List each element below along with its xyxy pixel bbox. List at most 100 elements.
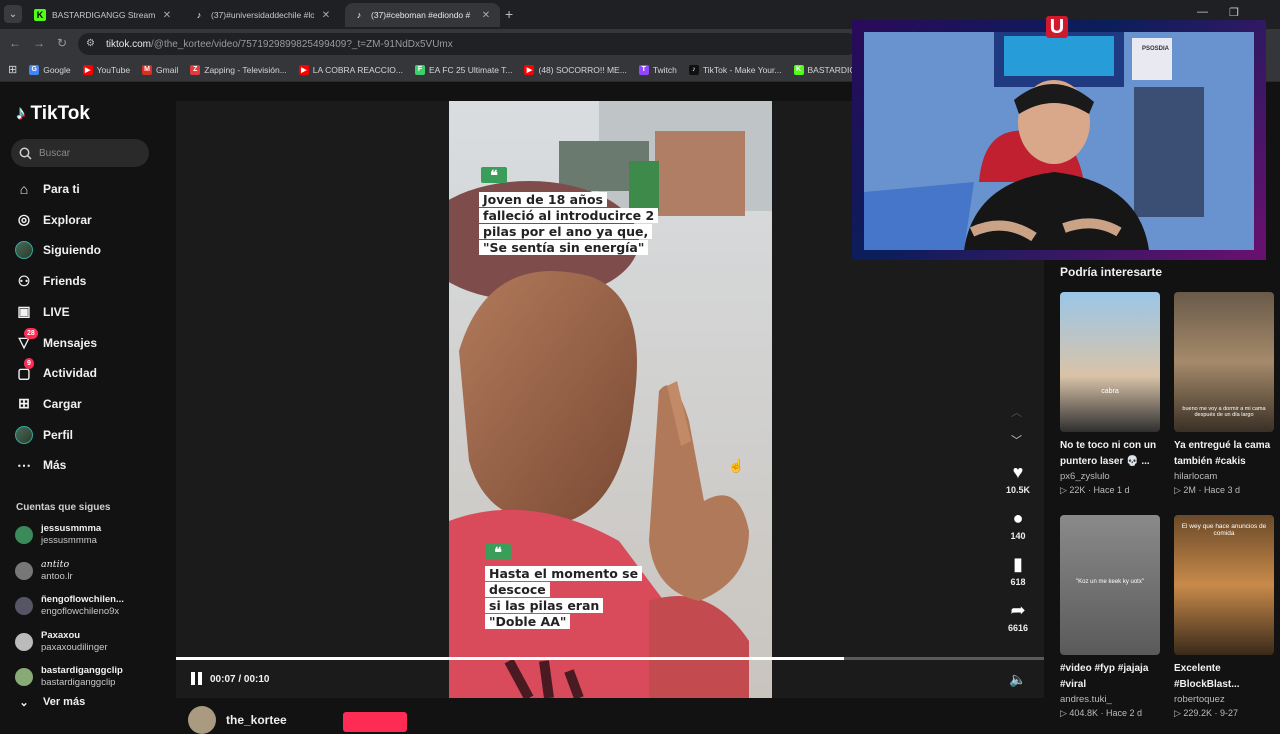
author-avatar[interactable] [188, 706, 216, 734]
bookmark-item[interactable]: ▶ LA COBRA REACCIO... [298, 64, 403, 75]
browser-tab[interactable]: ♪ (37)#ceboman #ediondo # ✕ [345, 3, 500, 27]
nav-item-live[interactable]: ▣ LIVE [15, 300, 69, 324]
see-more-button[interactable]: ⌄ Ver más [15, 690, 85, 714]
previous-video-icon[interactable]: ︿ [1011, 404, 1022, 420]
bookmark-item[interactable]: ▶ (48) SOCORRO!! ME... [524, 64, 627, 75]
video-player[interactable]: ❝ Joven de 18 años falleció al introducir… [449, 101, 772, 698]
account-avatar [15, 632, 33, 651]
back-icon[interactable]: ← [9, 36, 21, 50]
volume-icon[interactable]: 🔈 [1009, 671, 1026, 688]
browser-tab[interactable]: ♪ (37)#universidaddechile #losde ✕ [185, 3, 340, 27]
nav-label: Perfil [43, 427, 74, 442]
new-tab-button[interactable]: + [505, 6, 513, 22]
more-icon: ⋯ [17, 456, 31, 473]
video-progress-fill [176, 657, 845, 660]
recommended-video-card[interactable]: bueno me voy a dormir a mi cama después … [1174, 292, 1274, 496]
nav-label: Cargar [43, 396, 82, 411]
nav-label: Para ti [43, 182, 80, 196]
nav-item-cargar[interactable]: ⊞ Cargar [15, 392, 82, 416]
followed-account[interactable]: bastardiganggclip bastardiganggclip [15, 665, 123, 689]
card-user[interactable]: px6_zyslulo [1060, 471, 1160, 482]
view-count: 229.2K [1183, 708, 1212, 718]
reload-icon[interactable]: ↻ [57, 36, 67, 50]
followed-account[interactable]: Paxaxou paxaxoudilinger [15, 630, 108, 654]
bookmark-item[interactable]: T Twitch [638, 64, 677, 75]
search-input[interactable] [39, 147, 139, 159]
recommended-video-card[interactable]: "Koz un me keek ky uotx" #video #fyp #jaj… [1060, 515, 1160, 719]
card-title: Ya entregué la cama también #cakis [1174, 438, 1274, 470]
tab-title: (37)#universidaddechile #losde [211, 10, 314, 20]
friends-icon: ⚇ [17, 272, 31, 289]
nav-item-explorar[interactable]: ◎ Explorar [15, 208, 92, 232]
live-icon: ▣ [17, 303, 31, 320]
next-video-icon[interactable]: ﹀ [1011, 432, 1022, 448]
hand-cursor-icon: ☝ [728, 458, 745, 473]
nav-item-friends[interactable]: ⚇ Friends [15, 269, 87, 293]
account-handle: engoflowchileno9x [41, 606, 120, 617]
card-title-line: Ya entregué la cama [1174, 440, 1271, 451]
bookmark-favicon-icon: K [793, 64, 804, 75]
webcam-feed: PSOSDIA [864, 32, 1254, 250]
share-action[interactable]: ➦ 6616 [1003, 600, 1033, 633]
heart-icon: ♥ [1012, 462, 1024, 482]
close-tab-icon[interactable]: ✕ [161, 10, 173, 21]
account-text: bastardiganggclip bastardiganggclip [41, 665, 123, 689]
card-user[interactable]: robertoquez [1174, 694, 1274, 705]
nav-label: Siguiendo [43, 243, 101, 258]
action-count: 6616 [1007, 623, 1029, 633]
bookmark-item[interactable]: M Gmail [142, 64, 178, 75]
followed-account[interactable]: jessusmmma jessusmmma [15, 523, 101, 547]
bookmark-item[interactable]: G Google [29, 64, 71, 75]
video-author[interactable]: the_kortee [188, 706, 287, 734]
bookmark-item[interactable]: Z Zapping - Televisión... [190, 64, 287, 75]
restore-icon[interactable]: ❐ [1229, 6, 1239, 19]
nav-item-mensajes[interactable]: ▽ 28 Mensajes [15, 327, 97, 355]
tab-search-icon[interactable]: ⌄ [4, 5, 22, 23]
nav-item-para-ti[interactable]: ⌂ Para ti [15, 177, 80, 201]
followed-account[interactable]: ñengoflowchilen... engoflowchileno9x [15, 594, 124, 618]
video-thumbnail[interactable]: "Koz un me keek ky uotx" [1060, 515, 1160, 655]
share-icon: ➦ [1010, 600, 1026, 620]
close-tab-icon[interactable]: ✕ [320, 10, 332, 21]
bookmark-item[interactable]: ▶ YouTube [82, 64, 131, 75]
video-thumbnail[interactable]: cabra [1060, 292, 1160, 432]
nav-item-m-s[interactable]: ⋯ Más [15, 453, 66, 477]
card-user[interactable]: andres.tuki_ [1060, 694, 1160, 705]
bookmark-item[interactable]: ♪ TikTok - Make Your... [688, 64, 782, 75]
account-handle: antoo.lr [41, 570, 73, 582]
account-name: antito [41, 558, 70, 570]
bookmark-favicon-icon: ▶ [298, 64, 309, 75]
nav-item-actividad[interactable]: ▢ 9 Actividad [15, 358, 97, 385]
heart-action[interactable]: ♥ 10.5K [1003, 462, 1033, 495]
close-tab-icon[interactable]: ✕ [480, 10, 492, 21]
followed-account[interactable]: antito antoo.lr [15, 559, 73, 583]
card-title-line: No te toco ni con un [1060, 440, 1157, 451]
apps-icon[interactable]: ⊞ [8, 63, 17, 76]
bookmark-label: YouTube [96, 64, 131, 75]
nav-item-siguiendo[interactable]: Siguiendo [15, 238, 101, 262]
card-user[interactable]: hilarlocam [1174, 471, 1274, 482]
minimize-icon[interactable]: — [1197, 6, 1208, 18]
bookmark-icon: ▮ [1013, 554, 1023, 574]
pause-icon[interactable] [191, 672, 205, 686]
follow-button[interactable] [343, 712, 407, 732]
author-name: the_kortee [226, 713, 287, 727]
url-input[interactable]: tiktok.com/@the_kortee/video/75719298998… [78, 33, 858, 55]
recommended-video-card[interactable]: cabra No te toco ni con un puntero laser 💀… [1060, 292, 1160, 496]
search-box[interactable] [11, 139, 149, 167]
browser-tab[interactable]: K BASTARDIGANGG Stream - Wa ✕ [26, 3, 181, 27]
recommended-video-card[interactable]: El wey que hace anuncios de comida Excele… [1174, 515, 1274, 719]
tiktok-logo[interactable]: ♪ TikTok [16, 103, 90, 125]
video-progress-bar[interactable] [176, 657, 1044, 660]
bookmark-action[interactable]: ▮ 618 [1003, 554, 1033, 587]
forward-icon[interactable]: → [33, 36, 45, 50]
bookmark-item[interactable]: F EA FC 25 Ultimate T... [415, 64, 512, 75]
nav-item-perfil[interactable]: Perfil [15, 423, 73, 447]
comment-action[interactable]: ● 140 [1003, 508, 1033, 541]
action-count: 618 [1010, 577, 1026, 587]
video-thumbnail[interactable]: bueno me voy a dormir a mi cama después … [1174, 292, 1274, 432]
url-host: tiktok.com [106, 38, 152, 50]
video-thumbnail[interactable]: El wey que hace anuncios de comida [1174, 515, 1274, 655]
card-title: Excelente #BlockBlast... [1174, 661, 1274, 693]
site-info-icon[interactable]: ⚙ [86, 38, 95, 49]
